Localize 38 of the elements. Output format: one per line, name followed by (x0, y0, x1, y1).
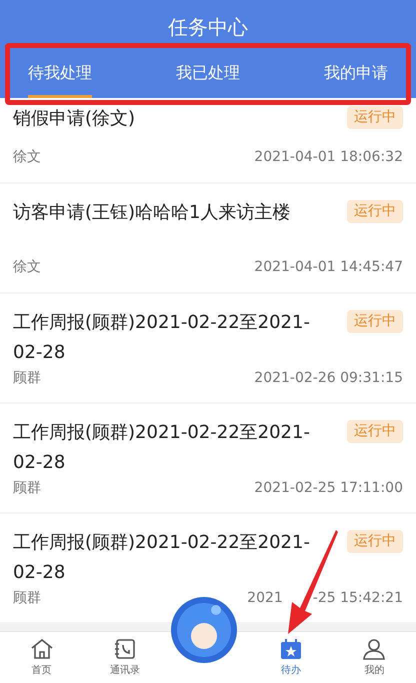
status-tag: 运行中 (347, 420, 403, 443)
task-person: 徐文 (13, 148, 41, 167)
task-person: 顾群 (13, 479, 41, 498)
task-time: 2021-02-25 17:11:00 (254, 479, 403, 498)
home-icon (30, 638, 54, 660)
task-title: 工作周报(顾群)2021-02-22至2021-02-28 (13, 421, 311, 475)
task-card[interactable]: 工作周报(顾群)2021-02-22至2021-02-28 运行中 顾群 2021-02-26 09:31:15 (0, 294, 416, 402)
user-icon (362, 638, 386, 660)
task-title: 工作周报(顾群)2021-02-22至2021-02-28 (13, 531, 311, 585)
task-title: 工作周报(顾群)2021-02-22至2021-02-28 (13, 311, 311, 365)
task-title: 访客申请(王钰)哈哈哈1人来访主楼 (13, 201, 290, 225)
status-tag: 运行中 (347, 106, 403, 129)
task-card[interactable]: 访客申请(王钰)哈哈哈1人来访主楼 运行中 徐文 2021-04-01 14:45:47 (0, 184, 416, 292)
task-card[interactable]: 工作周报(顾群)2021-02-22至2021-02-28 运行中 顾群 2021-02-25 17:11:00 (0, 404, 416, 512)
status-tag: 运行中 (347, 200, 403, 223)
nav-item[interactable]: 待办 (250, 632, 333, 683)
status-tag: 运行中 (347, 530, 403, 553)
tab[interactable]: 我已处理 (176, 50, 240, 98)
task-time: 2021-04-01 18:06:32 (254, 148, 403, 167)
nav-item[interactable]: 我的 (332, 632, 416, 683)
tab[interactable]: 我的申请 (324, 50, 388, 98)
calendar-star-icon (279, 638, 304, 660)
task-time: 2021-04-01 14:45:47 (254, 258, 403, 277)
page-title: 任务中心 (168, 14, 248, 41)
nav-item[interactable]: 首页 (0, 632, 84, 683)
task-time: 2021-02-26 09:31:15 (254, 369, 403, 388)
nav-item[interactable]: 通讯录 (83, 632, 166, 683)
task-person: 徐文 (13, 258, 41, 277)
task-title: 销假申请(徐文) (13, 107, 136, 131)
status-tag: 运行中 (347, 310, 403, 333)
task-card[interactable]: 工作周报(顾群)2021-02-22至2021-02-28 运行中 顾群 2021 -25 15:42:21 (0, 514, 416, 622)
task-time: 2021 (247, 589, 283, 608)
phone-book-icon (112, 638, 137, 660)
task-card[interactable]: 销假申请(徐文) 运行中 徐文 2021-04-01 18:06:32 (0, 98, 416, 182)
task-time: -25 15:42:21 (312, 589, 403, 608)
task-person: 顾群 (13, 369, 41, 388)
mascot-icon[interactable] (170, 596, 238, 664)
task-person: 顾群 (13, 589, 41, 608)
